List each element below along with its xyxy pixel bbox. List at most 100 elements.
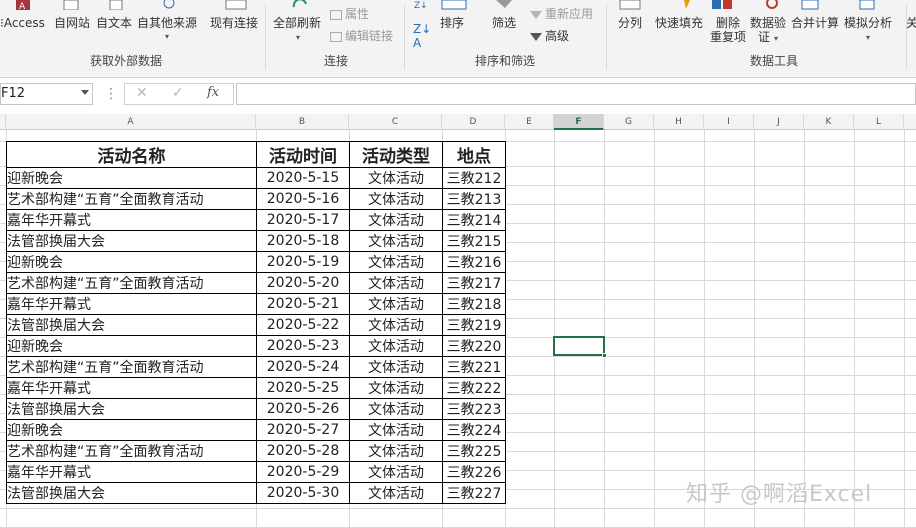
location-cell[interactable]: 三教223 [442,398,506,420]
activity-name-cell[interactable]: 艺术部构建“五育”全面教育活动 [6,188,257,210]
column-header-b[interactable]: B [256,114,349,130]
column-header-h[interactable]: H [654,114,704,130]
activity-type-cell[interactable]: 文体活动 [349,398,443,420]
location-cell[interactable]: 三教216 [442,251,506,273]
activity-type-cell[interactable]: 文体活动 [349,356,443,378]
activity-time-cell[interactable]: 2020-5-28 [256,440,350,462]
activity-type-cell[interactable]: 文体活动 [349,377,443,399]
activity-time-cell[interactable]: 2020-5-29 [256,461,350,483]
activity-type-cell[interactable]: 文体活动 [349,314,443,336]
chevron-down-icon[interactable] [81,90,89,95]
column-header-d[interactable]: D [442,114,505,130]
activity-name-cell[interactable]: 法管部换届大会 [6,230,257,252]
location-cell[interactable]: 三教221 [442,356,506,378]
activity-name-cell[interactable]: 艺术部构建“五育”全面教育活动 [6,356,257,378]
activity-type-cell[interactable]: 文体活动 [349,272,443,294]
from-other-sources-button[interactable]: 自其他来源 [137,16,197,30]
location-cell[interactable]: 三教215 [442,230,506,252]
location-cell[interactable]: 三教213 [442,188,506,210]
location-cell[interactable]: 三教227 [442,482,506,504]
column-header-c[interactable]: C [349,114,442,130]
edit-links-button[interactable]: 编辑链接 [330,29,393,43]
sort-za-icon[interactable]: Z↓ A [413,22,431,50]
from-text-button[interactable]: 自文本 [96,16,132,30]
activity-type-cell[interactable]: 文体活动 [349,251,443,273]
from-web-button[interactable]: 自网站 [54,16,90,30]
column-header-i[interactable]: I [704,114,754,130]
activity-time-cell[interactable]: 2020-5-24 [256,356,350,378]
location-cell[interactable]: 三教212 [442,167,506,189]
activity-name-cell[interactable]: 嘉年华开幕式 [6,461,257,483]
location-cell[interactable]: 三教218 [442,293,506,315]
header-activity-type[interactable]: 活动类型 [349,141,443,168]
activity-time-cell[interactable]: 2020-5-22 [256,314,350,336]
location-cell[interactable]: 三教224 [442,419,506,441]
column-header-k[interactable]: K [804,114,854,130]
location-cell[interactable]: 三教217 [442,272,506,294]
activity-name-cell[interactable]: 嘉年华开幕式 [6,377,257,399]
data-validation-button[interactable]: 数据验证 ▾ [750,16,786,46]
flash-fill-button[interactable]: 快速填充 [655,16,703,30]
activity-time-cell[interactable]: 2020-5-27 [256,419,350,441]
column-header-a[interactable]: A [6,114,256,130]
activity-time-cell[interactable]: 2020-5-30 [256,482,350,504]
activity-time-cell[interactable]: 2020-5-19 [256,251,350,273]
column-header-f[interactable]: F [554,114,604,130]
activity-time-cell[interactable]: 2020-5-20 [256,272,350,294]
header-location[interactable]: 地点 [442,141,506,168]
location-cell[interactable]: 三教222 [442,377,506,399]
consolidate-button[interactable]: 合并计算 [791,16,839,30]
activity-type-cell[interactable]: 文体活动 [349,230,443,252]
activity-name-cell[interactable]: 艺术部构建“五育”全面教育活动 [6,440,257,462]
activity-type-cell[interactable]: 文体活动 [349,188,443,210]
activity-type-cell[interactable]: 文体活动 [349,440,443,462]
remove-duplicates-button[interactable]: 删除 重复项 [710,16,746,44]
active-cell-f12[interactable] [553,336,605,356]
name-box[interactable]: F12 [0,83,93,105]
activity-time-cell[interactable]: 2020-5-17 [256,209,350,231]
sort-button[interactable]: 排序 [440,16,464,30]
activity-type-cell[interactable]: 文体活动 [349,293,443,315]
activity-time-cell[interactable]: 2020-5-23 [256,335,350,357]
activity-type-cell[interactable]: 文体活动 [349,209,443,231]
activity-name-cell[interactable]: 法管部换届大会 [6,482,257,504]
header-activity-name[interactable]: 活动名称 [6,141,257,168]
activity-type-cell[interactable]: 文体活动 [349,419,443,441]
fill-handle[interactable] [602,353,607,358]
column-header-l[interactable]: L [854,114,904,130]
activity-time-cell[interactable]: 2020-5-26 [256,398,350,420]
activity-type-cell[interactable]: 文体活动 [349,482,443,504]
activity-type-cell[interactable]: 文体活动 [349,335,443,357]
activity-name-cell[interactable]: 迎新晚会 [6,335,257,357]
location-cell[interactable]: 三教214 [442,209,506,231]
activity-name-cell[interactable]: 迎新晚会 [6,419,257,441]
from-access-button[interactable]: ⁝Access [0,16,45,30]
activity-time-cell[interactable]: 2020-5-25 [256,377,350,399]
properties-button[interactable]: 属性 [330,7,369,21]
column-header-j[interactable]: J [754,114,804,130]
activity-type-cell[interactable]: 文体活动 [349,167,443,189]
activity-time-cell[interactable]: 2020-5-16 [256,188,350,210]
enter-icon[interactable]: ✓ [172,85,184,101]
activity-time-cell[interactable]: 2020-5-18 [256,230,350,252]
what-if-analysis-button[interactable]: 模拟分析 [844,16,892,30]
activity-name-cell[interactable]: 迎新晚会 [6,251,257,273]
location-cell[interactable]: 三教220 [442,335,506,357]
reapply-button[interactable]: 重新应用 [530,7,593,21]
existing-connections-button[interactable]: 现有连接 [210,16,258,30]
formula-input[interactable] [236,83,916,105]
location-cell[interactable]: 三教226 [442,461,506,483]
refresh-all-button[interactable]: 全部刷新 [273,16,321,30]
filter-button[interactable]: 筛选 [492,16,516,30]
activity-name-cell[interactable]: 艺术部构建“五育”全面教育活动 [6,272,257,294]
location-cell[interactable]: 三教219 [442,314,506,336]
activity-name-cell[interactable]: 嘉年华开幕式 [6,293,257,315]
activity-time-cell[interactable]: 2020-5-15 [256,167,350,189]
column-header-e[interactable]: E [505,114,554,130]
cancel-icon[interactable]: ✕ [136,85,148,101]
activity-name-cell[interactable]: 法管部换届大会 [6,314,257,336]
activity-name-cell[interactable]: 迎新晚会 [6,167,257,189]
activity-name-cell[interactable]: 嘉年华开幕式 [6,209,257,231]
header-activity-time[interactable]: 活动时间 [256,141,350,168]
advanced-filter-button[interactable]: 高级 [530,29,569,43]
